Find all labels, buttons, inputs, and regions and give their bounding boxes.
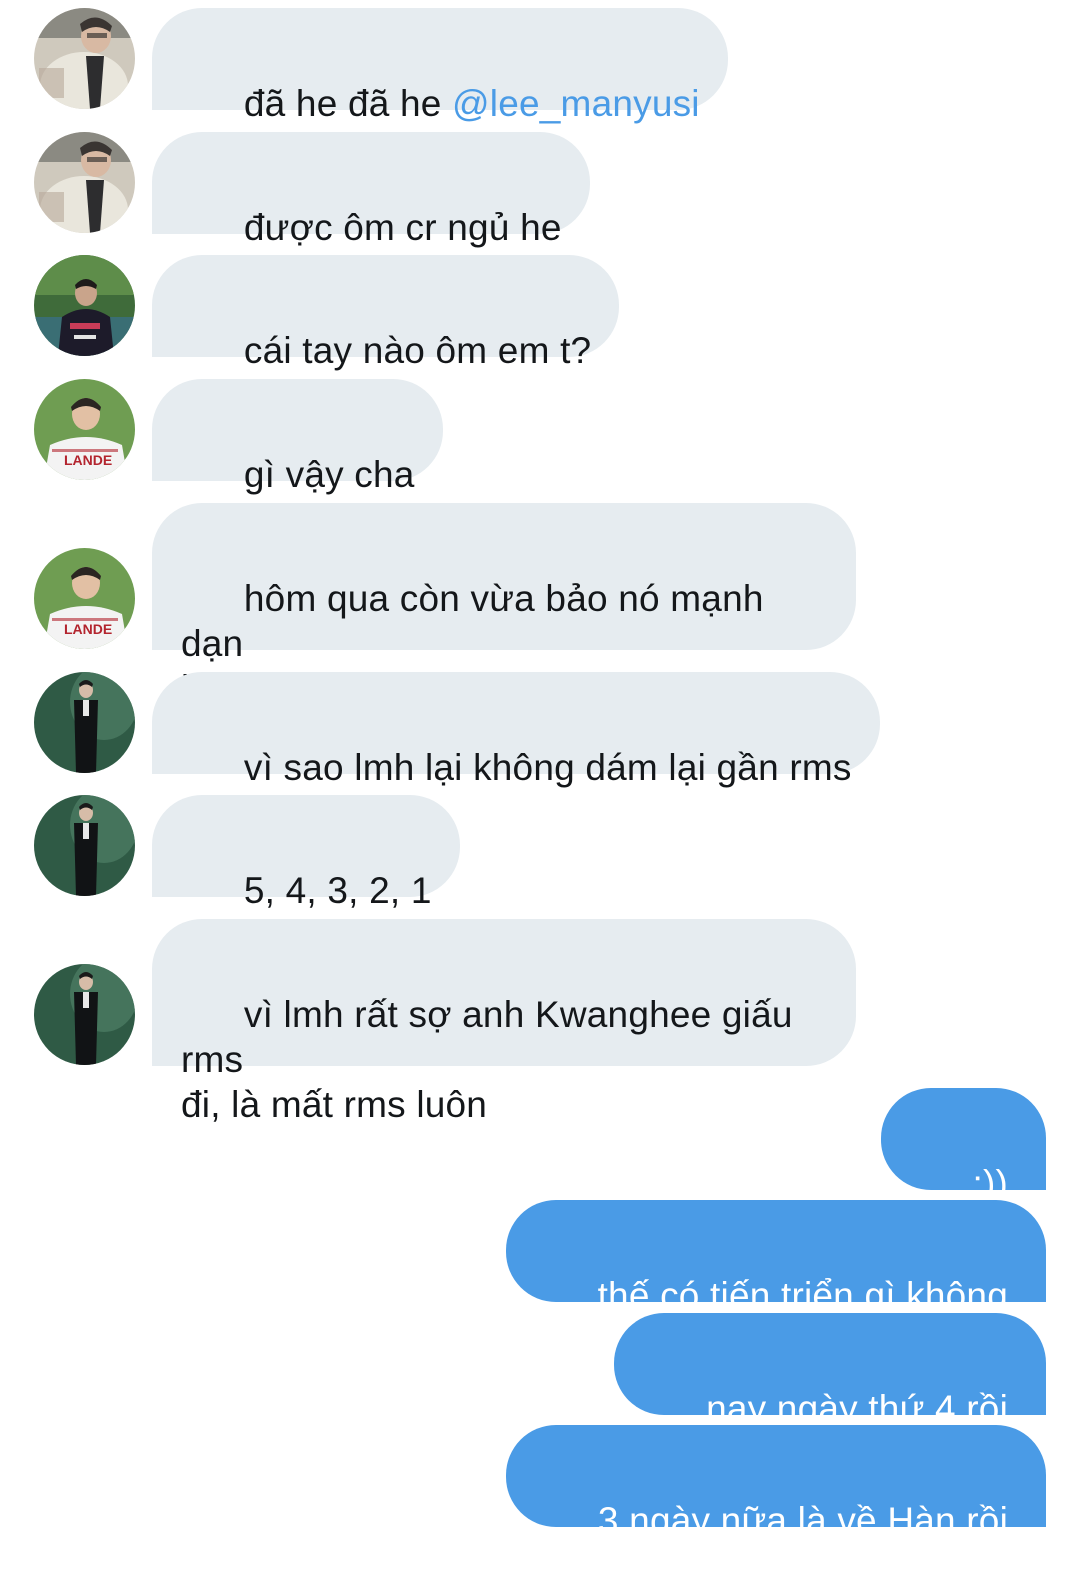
message-bubble[interactable]: nay ngày thứ 4 rồi [614,1313,1046,1429]
avatar[interactable] [34,132,135,233]
message-text: đã he đã he [243,83,453,124]
message-text: gì vậy cha [243,454,415,495]
message-text: nay ngày thứ 4 rồi [706,1388,1008,1429]
svg-text:LANDE: LANDE [64,621,112,637]
message-incoming: LANDE hôm qua còn vừa bảo nó mạnh dạn lê… [0,503,1080,709]
avatar[interactable] [34,672,135,773]
message-bubble[interactable]: 3 ngày nữa là về Hàn rồi [506,1425,1046,1541]
message-outgoing: thế có tiến triển gì không [0,1200,1080,1316]
message-outgoing: 3 ngày nữa là về Hàn rồi [0,1425,1080,1541]
avatar-park-jersey-image [34,255,135,356]
avatar-dark-suit-image [34,672,135,773]
message-bubble[interactable]: vì lmh rất sợ anh Kwanghee giấu rms đi, … [152,919,856,1125]
message-bubble[interactable]: 5, 4, 3, 2, 1 [152,795,460,911]
message-incoming: vì sao lmh lại không dám lại gần rms [0,672,1080,788]
avatar[interactable] [34,795,135,896]
message-bubble[interactable]: cái tay nào ôm em t? [152,255,620,371]
message-bubble[interactable]: vì sao lmh lại không dám lại gần rms [152,672,880,788]
mention-link[interactable]: @lee_manyusi [452,83,700,124]
message-text: 3 ngày nữa là về Hàn rồi [597,1500,1008,1541]
message-bubble[interactable]: gì vậy cha [152,379,443,495]
avatar[interactable]: LANDE [34,548,135,649]
message-text: vì sao lmh lại không dám lại gần rms [243,747,852,788]
message-text: được ôm cr ngủ he [243,207,562,248]
message-text: thế có tiến triển gì không [597,1275,1008,1316]
avatar-baseball-jersey-image: LANDE [34,548,135,649]
message-text: cái tay nào ôm em t? [243,330,592,371]
message-incoming: cái tay nào ôm em t? [0,255,1080,371]
avatar[interactable] [34,8,135,109]
message-bubble[interactable]: được ôm cr ngủ he [152,132,590,248]
message-bubble[interactable]: đã he đã he @lee_manyusi [152,8,728,124]
message-incoming: vì lmh rất sợ anh Kwanghee giấu rms đi, … [0,919,1080,1125]
message-incoming: đã he đã he @lee_manyusi [0,8,1080,124]
avatar-baseball-jersey-image: LANDE [34,379,135,480]
message-thread: đã he đã he @lee_manyusi được ôm cr ngủ … [0,0,1080,1541]
avatar-white-jacket-image [34,132,135,233]
message-text: :)) [972,1163,1008,1204]
message-outgoing: :)) [0,1088,1080,1204]
message-bubble[interactable]: :)) [880,1088,1046,1204]
message-incoming: LANDE gì vậy cha [0,379,1080,495]
message-incoming: 5, 4, 3, 2, 1 [0,795,1080,911]
svg-text:LANDE: LANDE [64,452,112,468]
message-incoming: được ôm cr ngủ he [0,132,1080,248]
message-text: 5, 4, 3, 2, 1 [243,870,432,911]
avatar-dark-suit-image [34,964,135,1065]
message-bubble[interactable]: hôm qua còn vừa bảo nó mạnh dạn lên [152,503,856,709]
message-bubble[interactable]: thế có tiến triển gì không [505,1200,1046,1316]
message-outgoing: nay ngày thứ 4 rồi [0,1313,1080,1429]
avatar-white-jacket-image [34,8,135,109]
avatar-dark-suit-image [34,795,135,896]
avatar[interactable] [34,964,135,1065]
avatar[interactable] [34,255,135,356]
avatar[interactable]: LANDE [34,379,135,480]
